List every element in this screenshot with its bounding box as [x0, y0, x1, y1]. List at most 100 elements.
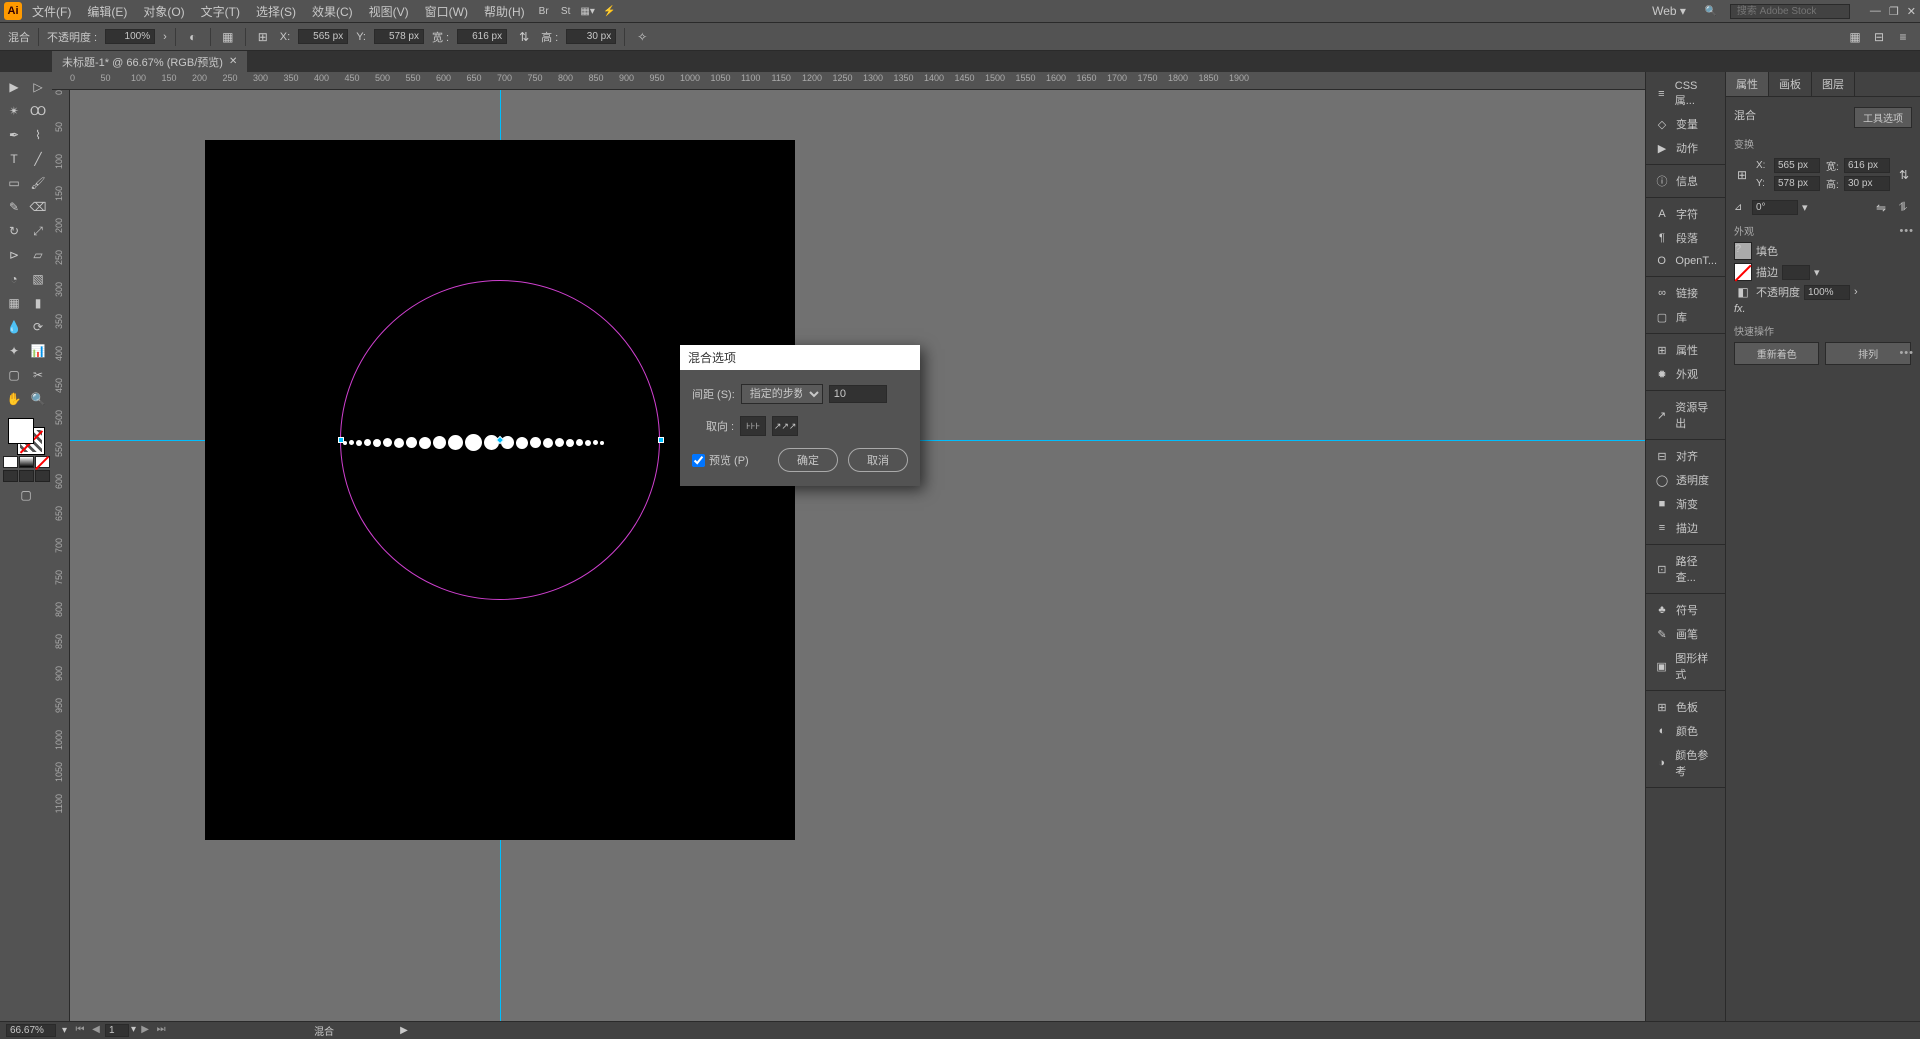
- slice-tool-icon[interactable]: ✂: [27, 364, 49, 386]
- menu-window[interactable]: 窗口(W): [419, 1, 474, 22]
- shaper-tool-icon[interactable]: ✎: [3, 196, 25, 218]
- spacing-mode-select[interactable]: 指定的步数: [741, 384, 823, 404]
- opacity-dropdown-icon[interactable]: ›: [163, 31, 167, 43]
- strip-item-图形样式[interactable]: ▣图形样式: [1646, 646, 1725, 686]
- anchor-ref-icon[interactable]: ⊞: [254, 30, 272, 44]
- opacity-prop-dropdown-icon[interactable]: ›: [1854, 286, 1858, 298]
- transform-more-icon[interactable]: •••: [1899, 225, 1914, 237]
- strip-item-颜色[interactable]: ◐颜色: [1646, 719, 1725, 743]
- zoom-tool-icon[interactable]: 🔍: [27, 388, 49, 410]
- stock-icon[interactable]: St: [557, 2, 575, 20]
- gradient-tool-icon[interactable]: ▮: [27, 292, 49, 314]
- strip-item-资源导出[interactable]: ↗资源导出: [1646, 395, 1725, 435]
- draw-behind-icon[interactable]: [19, 470, 34, 482]
- arrange-docs-icon[interactable]: ▦▾: [579, 2, 597, 20]
- strip-item-对齐[interactable]: ⊟对齐: [1646, 444, 1725, 468]
- window-restore-icon[interactable]: ❐: [1889, 5, 1899, 18]
- color-mode-none-icon[interactable]: [35, 456, 50, 468]
- zoom-dropdown-icon[interactable]: ▾: [62, 1025, 67, 1036]
- strip-item-符号[interactable]: ♣符号: [1646, 598, 1725, 622]
- tab-artboards[interactable]: 画板: [1769, 72, 1812, 96]
- x-input[interactable]: [298, 29, 348, 44]
- fill-stroke-swatch[interactable]: [8, 418, 44, 454]
- strip-item-段落[interactable]: ¶段落: [1646, 226, 1725, 250]
- menu-object[interactable]: 对象(O): [137, 1, 190, 22]
- document-tab[interactable]: 未标题-1* @ 66.67% (RGB/预览) ✕: [52, 51, 247, 73]
- draw-inside-icon[interactable]: [35, 470, 50, 482]
- y-input[interactable]: [374, 29, 424, 44]
- cancel-button[interactable]: 取消: [848, 448, 908, 472]
- ok-button[interactable]: 确定: [778, 448, 838, 472]
- prop-h-input[interactable]: [1844, 176, 1890, 191]
- stroke-color-swatch[interactable]: [1734, 263, 1752, 281]
- orient-page-button[interactable]: ⊦⊦⊦: [740, 416, 766, 436]
- hand-tool-icon[interactable]: ✋: [3, 388, 25, 410]
- fx-label[interactable]: fx.: [1734, 303, 1746, 315]
- artboard-dropdown-icon[interactable]: ▾: [131, 1024, 136, 1037]
- strip-item-链接[interactable]: ∞链接: [1646, 281, 1725, 305]
- selection-tool-icon[interactable]: ▶: [3, 76, 25, 98]
- stroke-weight-dropdown-icon[interactable]: ▾: [1814, 266, 1820, 279]
- blend-tool-icon[interactable]: ⟳: [27, 316, 49, 338]
- eyedropper-tool-icon[interactable]: 💧: [3, 316, 25, 338]
- grid-align-icon[interactable]: ⊟: [1870, 30, 1888, 44]
- lasso-tool-icon[interactable]: Ꝏ: [27, 100, 49, 122]
- menu-effect[interactable]: 效果(C): [306, 1, 359, 22]
- panel-menu-icon[interactable]: ≡: [1894, 30, 1912, 44]
- appearance-more-icon[interactable]: •••: [1899, 347, 1914, 359]
- arrange-button[interactable]: 排列: [1825, 342, 1910, 365]
- strip-item-变量[interactable]: ◇变量: [1646, 112, 1725, 136]
- brush-tool-icon[interactable]: 🖌: [27, 172, 49, 194]
- strip-item-透明度[interactable]: ◯透明度: [1646, 468, 1725, 492]
- blend-object[interactable]: [342, 434, 605, 451]
- menu-view[interactable]: 视图(V): [363, 1, 415, 22]
- last-artboard-icon[interactable]: ⏭: [154, 1024, 168, 1037]
- anchor-left[interactable]: [338, 437, 344, 443]
- menu-edit[interactable]: 编辑(E): [81, 1, 133, 22]
- angle-input[interactable]: [1752, 200, 1798, 215]
- rotate-tool-icon[interactable]: ↻: [3, 220, 25, 242]
- strip-item-色板[interactable]: ⊞色板: [1646, 695, 1725, 719]
- bridge-icon[interactable]: Br: [535, 2, 553, 20]
- angle-dropdown-icon[interactable]: ▾: [1802, 201, 1808, 214]
- menu-type[interactable]: 文字(T): [195, 1, 246, 22]
- preview-checkbox-input[interactable]: [692, 454, 705, 467]
- direct-selection-tool-icon[interactable]: ▷: [27, 76, 49, 98]
- type-tool-icon[interactable]: T: [3, 148, 25, 170]
- menu-select[interactable]: 选择(S): [250, 1, 302, 22]
- orient-path-button[interactable]: ↗↗↗: [772, 416, 798, 436]
- magic-wand-tool-icon[interactable]: ✴: [3, 100, 25, 122]
- workspace-select[interactable]: Web ▾: [1646, 2, 1692, 20]
- tab-layers[interactable]: 图层: [1812, 72, 1855, 96]
- strip-item-库[interactable]: ▢库: [1646, 305, 1725, 329]
- recolor-icon[interactable]: ◐: [184, 30, 202, 44]
- anchor-reference-icon[interactable]: ⊞: [1734, 168, 1750, 182]
- color-mode-gradient-icon[interactable]: [19, 456, 34, 468]
- prev-artboard-icon[interactable]: ◀: [89, 1024, 103, 1037]
- eraser-tool-icon[interactable]: ⌫: [27, 196, 49, 218]
- symbol-sprayer-tool-icon[interactable]: ✦: [3, 340, 25, 362]
- strip-item-属性[interactable]: ⊞属性: [1646, 338, 1725, 362]
- menu-help[interactable]: 帮助(H): [478, 1, 531, 22]
- link-wh-icon[interactable]: ⇅: [515, 30, 533, 44]
- align-grid-icon[interactable]: ▦: [219, 30, 237, 44]
- w-input[interactable]: [457, 29, 507, 44]
- search-icon[interactable]: 🔍: [1702, 2, 1720, 20]
- preview-checkbox[interactable]: 预览 (P): [692, 452, 749, 468]
- prop-w-input[interactable]: [1844, 158, 1890, 173]
- anchor-right[interactable]: [658, 437, 664, 443]
- opacity-input[interactable]: [105, 29, 155, 44]
- mesh-tool-icon[interactable]: ▦: [3, 292, 25, 314]
- scale-tool-icon[interactable]: ⤢: [27, 220, 49, 242]
- color-mode-solid-icon[interactable]: [3, 456, 18, 468]
- strip-item-字符[interactable]: A字符: [1646, 202, 1725, 226]
- close-tab-icon[interactable]: ✕: [229, 56, 237, 67]
- link-wh-prop-icon[interactable]: ⇅: [1896, 168, 1912, 182]
- strip-item-外观[interactable]: ✹外观: [1646, 362, 1725, 386]
- opacity-prop-input[interactable]: [1804, 285, 1850, 300]
- h-input[interactable]: [566, 29, 616, 44]
- canvas[interactable]: [70, 90, 1645, 1021]
- next-artboard-icon[interactable]: ▶: [138, 1024, 152, 1037]
- window-minimize-icon[interactable]: —: [1870, 5, 1881, 18]
- flip-v-icon[interactable]: ⥮: [1894, 201, 1912, 215]
